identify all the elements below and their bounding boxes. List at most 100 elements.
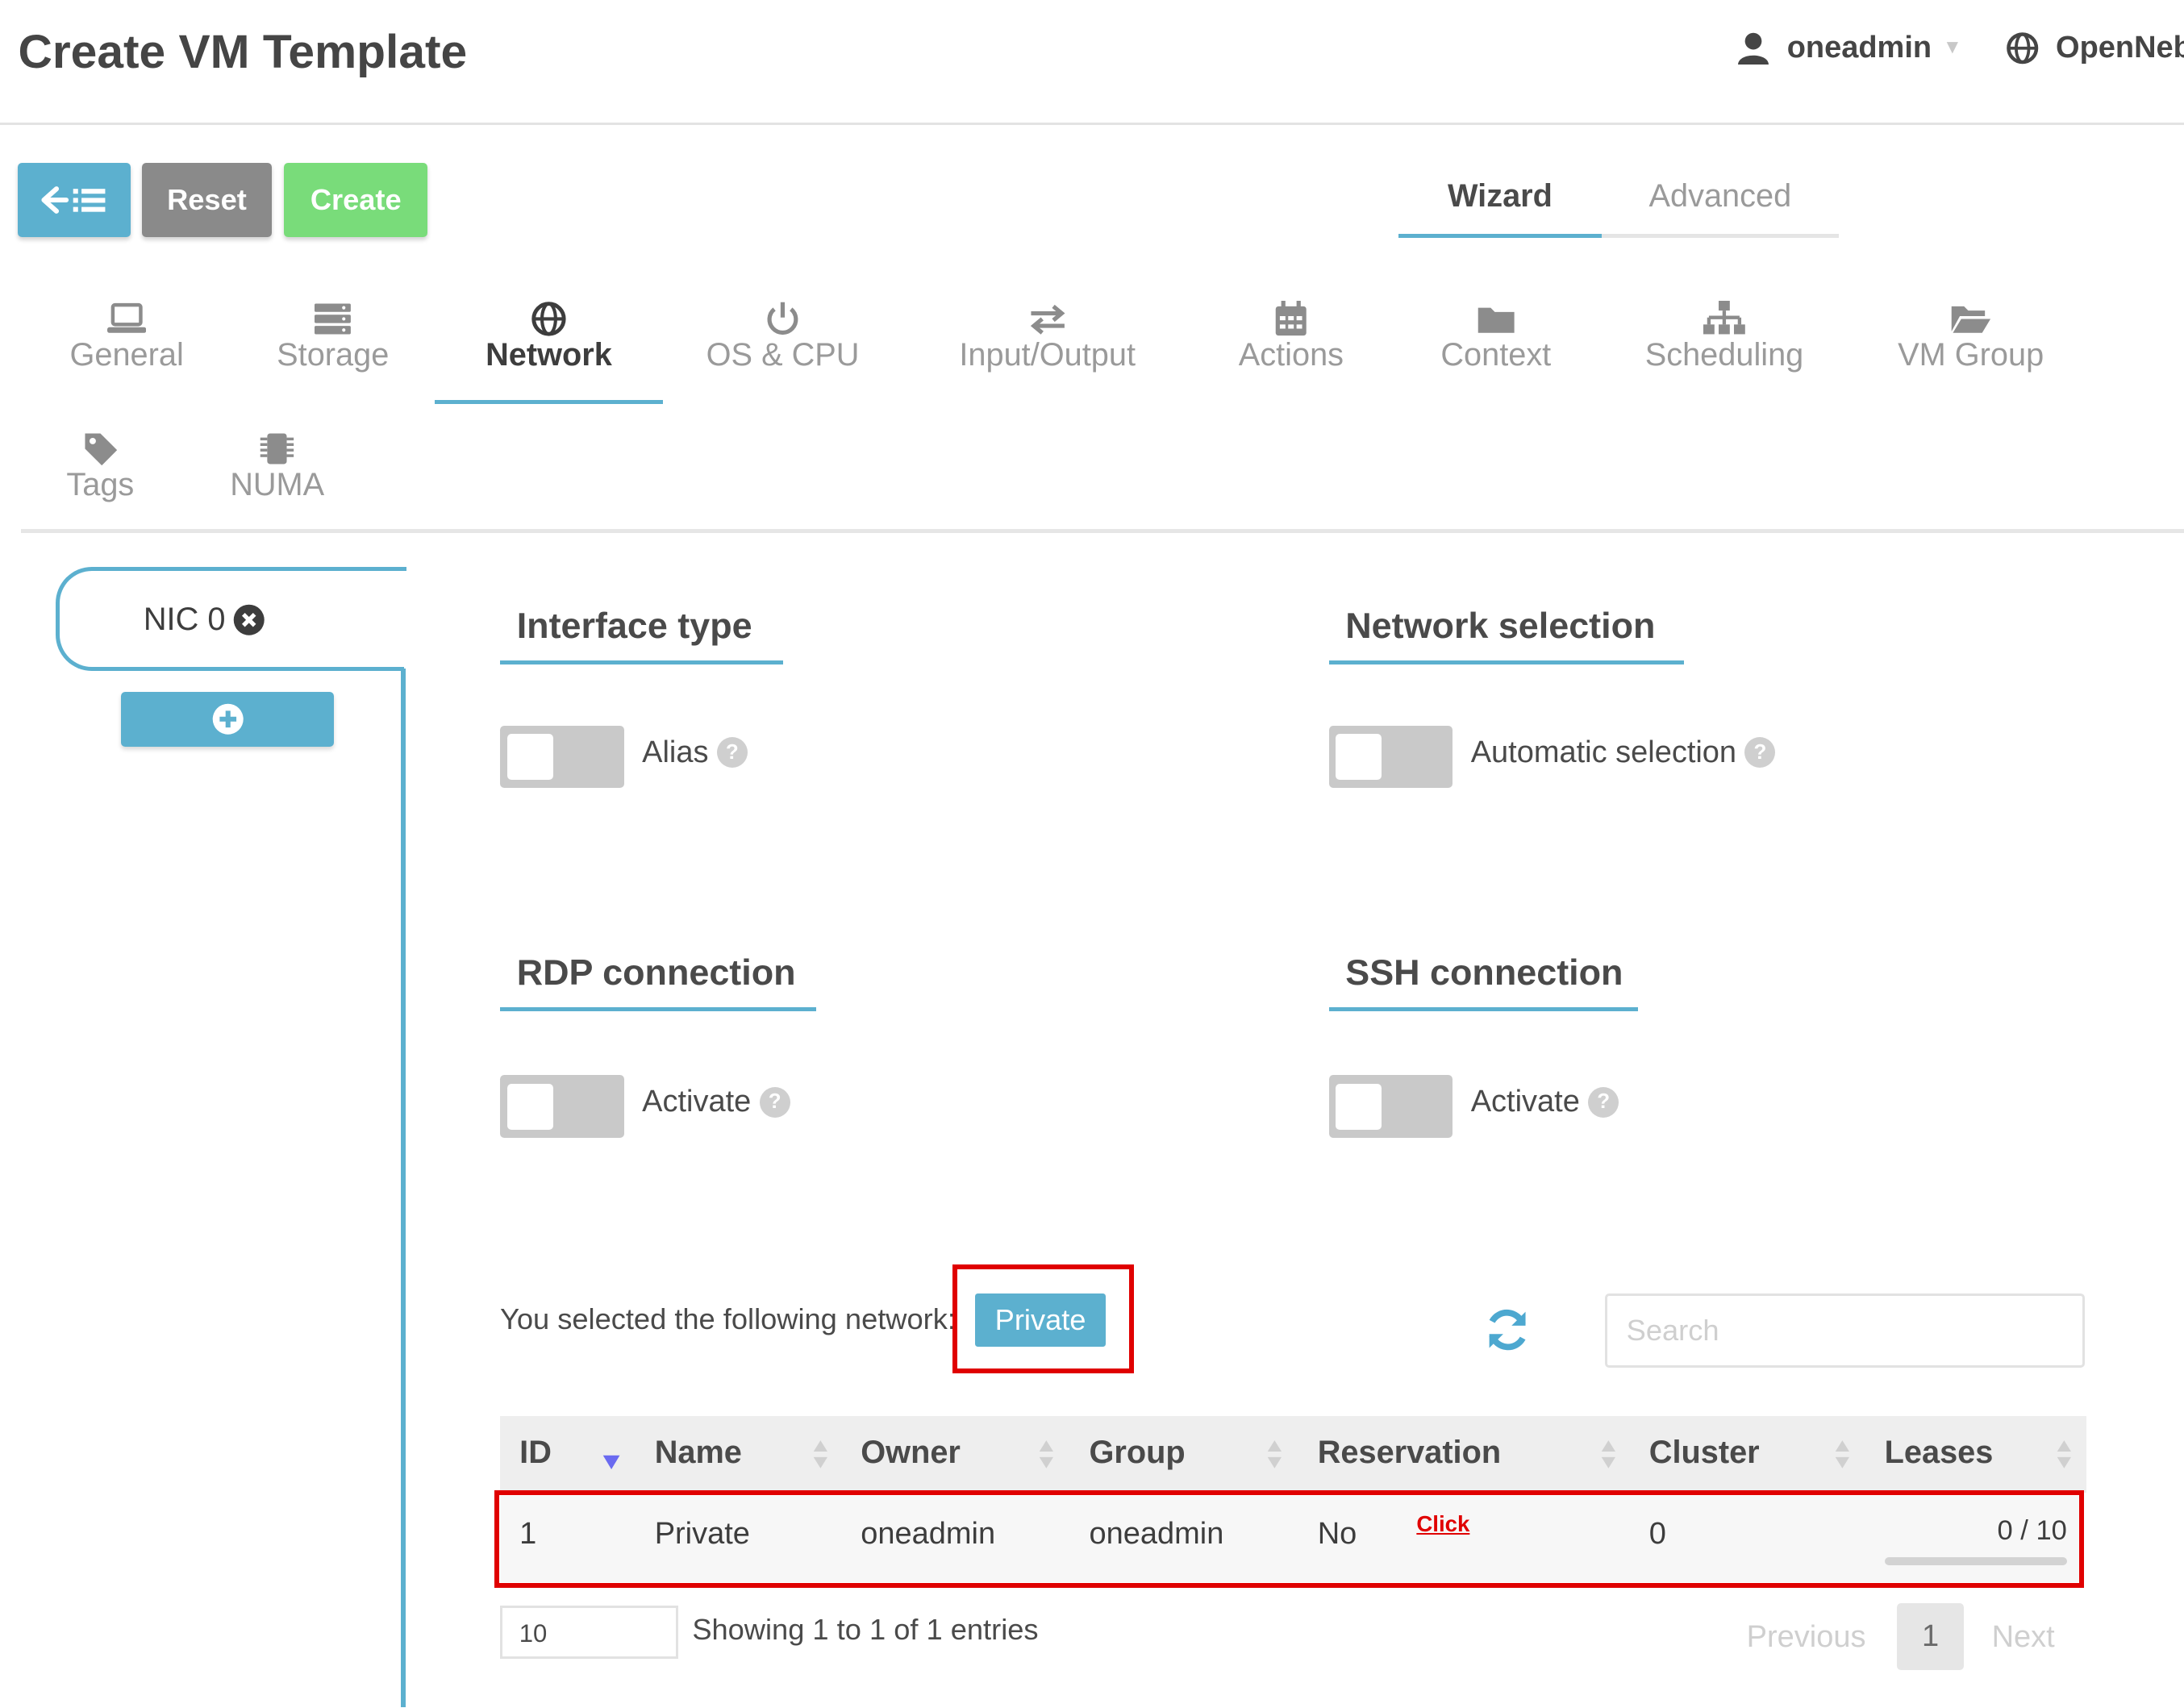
remove-nic-icon[interactable]: [232, 603, 265, 636]
toggle-label: Activate: [1470, 1085, 1580, 1119]
interface-type-heading: Interface type: [499, 605, 783, 664]
tab-input-output[interactable]: Input/Output: [941, 301, 1153, 373]
highlight-box: [952, 1264, 1134, 1373]
tabs-divider: [20, 529, 2184, 534]
previous-page-button[interactable]: Previous: [1747, 1620, 1866, 1655]
tab-os-cpu[interactable]: OS & CPU: [699, 301, 866, 373]
nic-tab-border: [376, 566, 407, 572]
column-header-reservation[interactable]: Reservation: [1318, 1435, 1501, 1471]
tab-label: NUMA: [230, 466, 325, 502]
rdp-activate-toggle[interactable]: [499, 1075, 624, 1138]
zone-menu[interactable]: OpenNebula: [2006, 31, 2184, 65]
sort-icon[interactable]: [1266, 1436, 1283, 1473]
column-header-owner[interactable]: Owner: [861, 1435, 961, 1471]
sort-icon[interactable]: [1600, 1436, 1617, 1473]
tab-network[interactable]: Network: [460, 301, 638, 373]
header-divider: [0, 122, 2184, 126]
sort-icon[interactable]: [1038, 1436, 1055, 1473]
create-button[interactable]: Create: [284, 163, 428, 237]
current-page-button[interactable]: 1: [1897, 1602, 1965, 1670]
tab-context[interactable]: Context: [1426, 301, 1565, 373]
highlight-box: [494, 1489, 2084, 1588]
storage-icon: [315, 303, 352, 335]
tab-label: Storage: [277, 336, 390, 373]
tab-actions[interactable]: Actions: [1226, 301, 1357, 373]
alias-toggle[interactable]: [499, 725, 624, 789]
power-icon: [767, 302, 798, 335]
sort-icon[interactable]: [812, 1436, 829, 1473]
tab-label: Network: [486, 336, 612, 373]
nic-name: NIC 0: [143, 602, 226, 638]
user-menu[interactable]: oneadmin ▼: [1738, 31, 1962, 65]
tab-label: Context: [1440, 336, 1552, 373]
tag-icon: [85, 433, 118, 465]
network-selection-heading: Network selection: [1328, 605, 1684, 664]
search-input[interactable]: [1604, 1293, 2086, 1368]
zone-name: OpenNebula: [2056, 30, 2184, 65]
column-header-leases[interactable]: Leases: [1885, 1435, 1994, 1471]
back-button[interactable]: [18, 163, 131, 237]
help-icon[interactable]: ?: [1588, 1086, 1619, 1118]
active-tab-indicator: [434, 399, 664, 404]
automatic-selection-label: Automatic selection ?: [1471, 735, 1776, 770]
toggle-label: Alias: [642, 735, 709, 769]
column-header-name[interactable]: Name: [655, 1435, 742, 1471]
globe-icon: [531, 302, 566, 336]
automatic-selection-toggle[interactable]: [1328, 725, 1453, 789]
selected-network-text: You selected the following network:: [499, 1302, 956, 1335]
tab-storage[interactable]: Storage: [265, 301, 401, 373]
tab-vm-group[interactable]: VM Group: [1880, 301, 2061, 373]
toggle-label: Automatic selection: [1470, 735, 1737, 769]
plus-circle-icon: [212, 703, 244, 735]
sort-icon[interactable]: [1834, 1436, 1851, 1473]
column-header-cluster[interactable]: Cluster: [1649, 1435, 1760, 1471]
tab-label: Input/Output: [959, 336, 1136, 373]
ssh-connection-heading: SSH connection: [1328, 952, 1638, 1011]
user-icon: [1738, 32, 1769, 65]
chip-icon: [260, 433, 294, 464]
ssh-activate-label: Activate ?: [1471, 1085, 1619, 1119]
folder-icon: [1478, 307, 1515, 333]
folder-open-icon: [1951, 306, 1990, 333]
globe-icon: [2007, 31, 2039, 64]
help-icon[interactable]: ?: [1744, 737, 1776, 769]
nic-tab-label: NIC 0: [144, 602, 266, 638]
tab-wizard[interactable]: Wizard: [1398, 178, 1603, 239]
exchange-icon: [1030, 304, 1065, 335]
reset-button[interactable]: Reset: [142, 163, 272, 237]
tab-label: Tags: [66, 466, 135, 502]
rdp-activate-label: Activate ?: [642, 1085, 790, 1119]
click-annotation: Click: [1416, 1510, 1470, 1536]
column-header-id[interactable]: ID: [519, 1435, 552, 1471]
toggle-knob: [1336, 734, 1382, 781]
sitemap-icon: [1703, 301, 1745, 335]
help-icon[interactable]: ?: [716, 737, 748, 769]
toggle-knob: [506, 734, 553, 781]
calendar-icon: [1275, 301, 1307, 336]
add-nic-button[interactable]: [121, 692, 335, 747]
tab-general[interactable]: General: [56, 301, 198, 373]
tab-numa[interactable]: NUMA: [215, 431, 340, 503]
help-icon[interactable]: ?: [759, 1086, 790, 1118]
sort-desc-icon[interactable]: [602, 1454, 621, 1471]
next-page-button[interactable]: Next: [1992, 1620, 2055, 1655]
ssh-activate-toggle[interactable]: [1328, 1075, 1453, 1138]
tab-label: General: [69, 336, 184, 373]
laptop-icon: [106, 302, 147, 333]
caret-down-icon: ▼: [1942, 36, 1962, 59]
tab-label: VM Group: [1898, 336, 2044, 373]
username: oneadmin: [1786, 30, 1932, 65]
tab-advanced[interactable]: Advanced: [1602, 178, 1839, 239]
tab-tags[interactable]: Tags: [56, 431, 145, 503]
tab-scheduling[interactable]: Scheduling: [1635, 301, 1813, 373]
refresh-icon[interactable]: [1482, 1305, 1532, 1355]
alias-label: Alias ?: [642, 735, 748, 770]
toggle-knob: [506, 1083, 553, 1130]
tab-label: Actions: [1238, 336, 1344, 373]
tab-label: Scheduling: [1644, 336, 1804, 373]
rdp-connection-heading: RDP connection: [499, 952, 816, 1011]
column-header-group[interactable]: Group: [1090, 1435, 1186, 1471]
sort-icon[interactable]: [2056, 1436, 2073, 1473]
tab-label: OS & CPU: [706, 336, 860, 373]
page-size-select[interactable]: 10: [499, 1606, 679, 1659]
